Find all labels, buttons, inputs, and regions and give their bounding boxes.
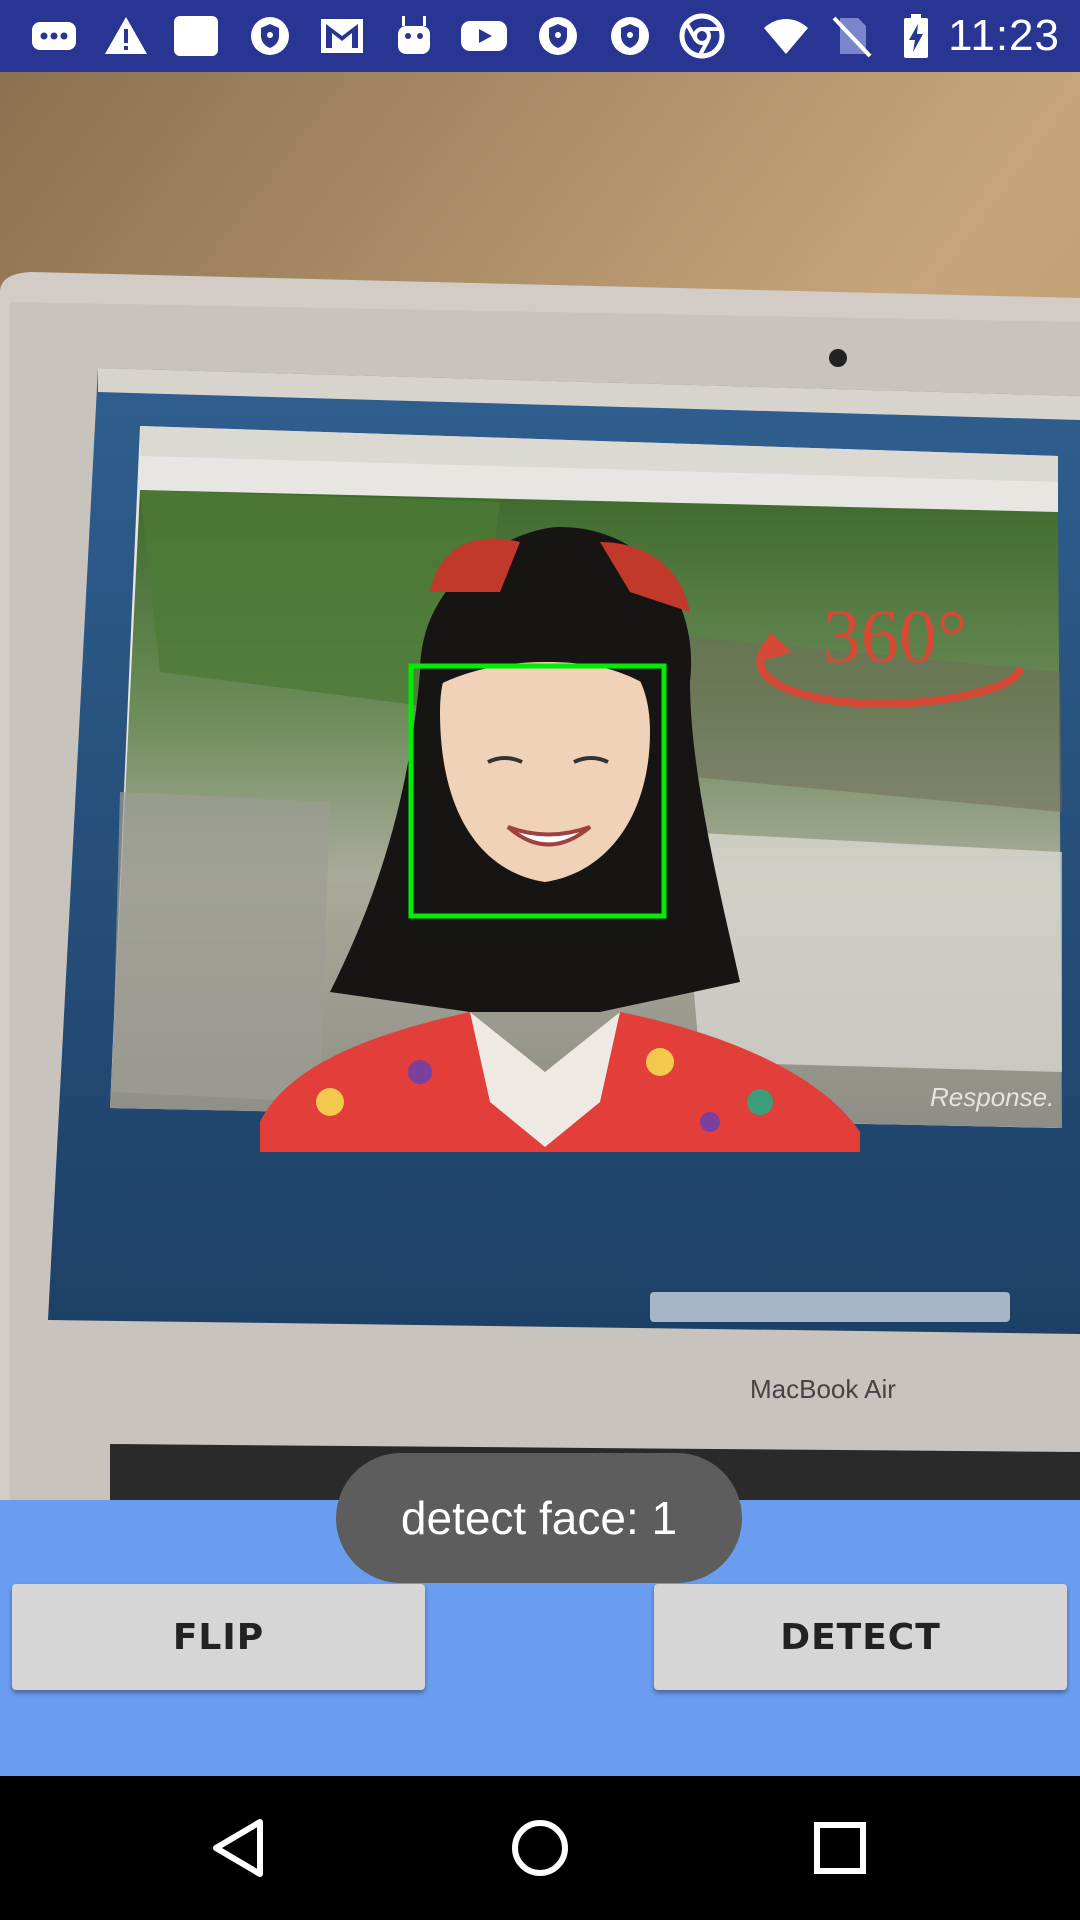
detect-button[interactable]: DETECT [654,1584,1067,1690]
no-sim-icon [828,12,876,60]
warning-icon [102,12,150,60]
navigation-bar [0,1776,1080,1920]
vpn-shield-icon [246,12,294,60]
chrome-icon [678,12,726,60]
laptop-brand-label: MacBook Air [750,1374,896,1404]
wifi-icon [762,12,810,60]
more-notifications-icon [30,12,78,60]
clock: 11:23 [948,11,1060,60]
youtube-icon [460,12,508,60]
back-icon[interactable] [200,1808,280,1888]
vpn-shield-icon [534,12,582,60]
battery-charging-icon [892,12,940,60]
toast-message: detect face: 1 [336,1453,742,1583]
recents-icon[interactable] [800,1808,880,1888]
status-bar: 11:23 [0,0,1080,72]
vpn-shield-icon [606,12,654,60]
app-icon [172,12,220,60]
gmail-icon [318,12,366,60]
camera-preview: 360° Response. MacBook Air [0,72,1080,1500]
flip-button[interactable]: FLIP [12,1584,425,1690]
android-icon [390,12,438,60]
watermark-text: Response. [930,1082,1054,1112]
home-icon[interactable] [500,1808,580,1888]
360-badge: 360° [823,595,967,679]
